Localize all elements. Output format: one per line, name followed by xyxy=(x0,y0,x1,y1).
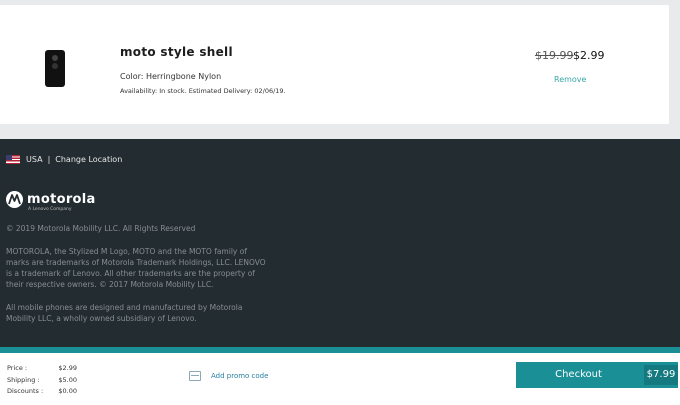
original-price: $19.99 xyxy=(535,49,574,62)
product-name[interactable]: moto style shell xyxy=(120,45,233,59)
discounts-label: Discounts : xyxy=(7,387,44,395)
add-promo-code-button[interactable]: Add promo code xyxy=(189,371,268,381)
checkout-button[interactable]: Checkout $7.99 xyxy=(516,362,678,388)
site-footer: USA | Change Location motorola A Lenovo … xyxy=(0,139,680,347)
country-name: USA xyxy=(26,155,43,164)
checkout-total: $7.99 xyxy=(644,365,678,385)
trademark-text: MOTOROLA, the Stylized M Logo, MOTO and … xyxy=(6,247,266,289)
checkout-label: Checkout xyxy=(555,369,602,380)
copyright-text: © 2019 Motorola Mobility LLC. All Rights… xyxy=(6,224,196,233)
promo-ticket-icon xyxy=(189,371,201,381)
product-color: Color: Herringbone Nylon xyxy=(120,72,222,81)
price-value: $2.99 xyxy=(58,364,77,372)
logo-subtitle: A Lenovo Company xyxy=(28,207,72,212)
product-availability: Availability: In stock. Estimated Delive… xyxy=(120,87,286,95)
logo-text: motorola xyxy=(27,192,96,207)
manufacturer-text: All mobile phones are designed and manuf… xyxy=(6,303,243,323)
phone-shell-icon xyxy=(45,50,65,87)
shipping-value: $5.00 xyxy=(58,376,77,384)
motorola-logo: motorola xyxy=(6,191,96,208)
change-location-link[interactable]: Change Location xyxy=(55,155,122,164)
discounts-value: $0.00 xyxy=(58,387,77,395)
remove-button[interactable]: Remove xyxy=(554,75,586,84)
cart-item-card: moto style shell Color: Herringbone Nylo… xyxy=(0,5,669,124)
motorola-m-icon xyxy=(6,191,23,208)
price-label: Price : xyxy=(7,364,28,372)
country-selector: USA | Change Location xyxy=(6,155,122,164)
promo-label: Add promo code xyxy=(211,372,269,380)
order-summary-bar: Price : $2.99 Shipping : $5.00 Discounts… xyxy=(0,353,680,405)
shipping-label: Shipping : xyxy=(7,376,40,384)
us-flag-icon xyxy=(6,155,20,164)
separator: | xyxy=(47,155,51,164)
current-price: $2.99 xyxy=(573,49,605,62)
